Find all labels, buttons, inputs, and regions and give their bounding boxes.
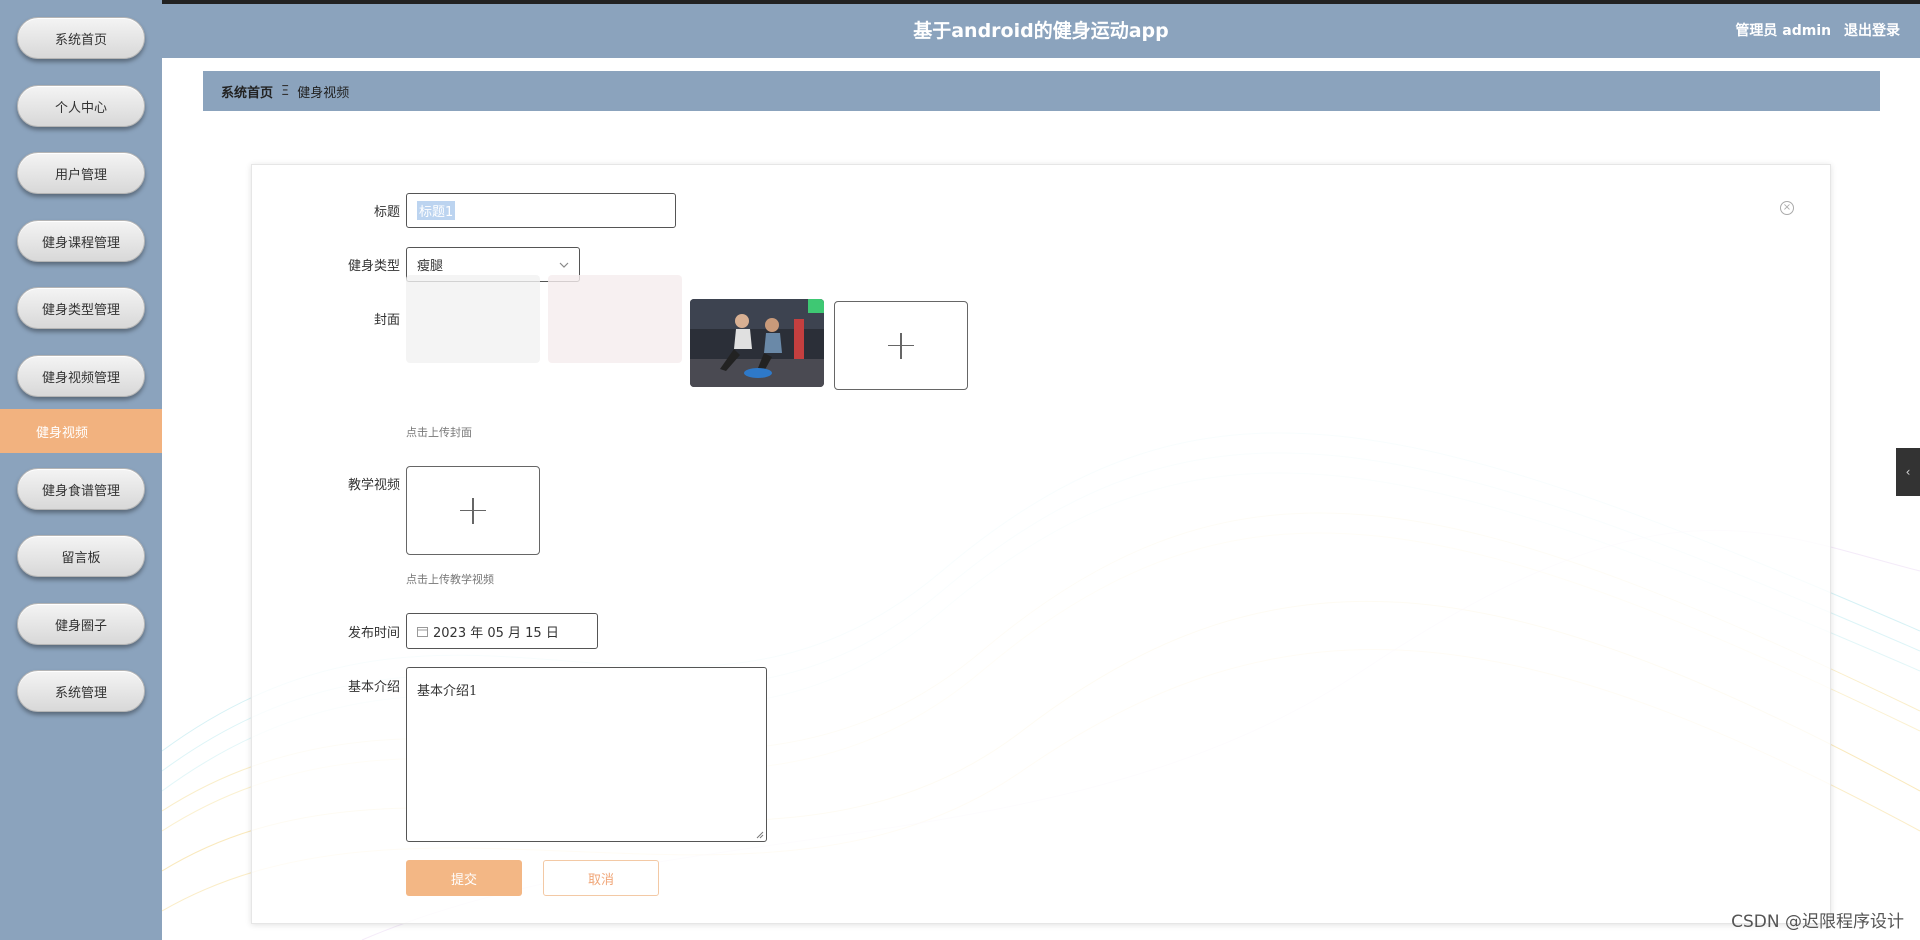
sidebar-item-label: 健身课程管理: [41, 235, 120, 251]
app-title: 基于android的健身运动app: [913, 20, 1169, 42]
form-card: × 标题 标题1 健身类型 瘦腿 封面 点击上传封面 教学视频 点击上传教学视频…: [251, 164, 1831, 924]
breadcrumb: 系统首页 Ξ 健身视频: [203, 71, 1880, 111]
sidebar-item-recipe-management[interactable]: 健身食谱管理: [17, 468, 145, 510]
cancel-button[interactable]: 取消: [543, 860, 659, 896]
intro-textarea[interactable]: 基本介绍1: [406, 667, 767, 842]
cover-upload-button[interactable]: [834, 301, 968, 390]
breadcrumb-separator: Ξ: [281, 83, 290, 99]
collapse-panel-toggle[interactable]: ‹: [1896, 448, 1920, 496]
date-label: 发布时间: [347, 626, 400, 641]
sidebar-item-label: 健身视频: [36, 425, 89, 441]
fitness-photo-icon: [690, 299, 824, 387]
chevron-down-icon: [559, 262, 569, 268]
header: 基于android的健身运动app 管理员 admin 退出登录: [162, 4, 1920, 58]
intro-value: 基本介绍1: [417, 684, 478, 699]
cover-thumbnail[interactable]: [548, 275, 682, 363]
sidebar-item-label: 健身类型管理: [41, 302, 120, 318]
close-icon[interactable]: ×: [1780, 201, 1794, 215]
title-input[interactable]: 标题1: [406, 193, 676, 228]
video-hint: 点击上传教学视频: [406, 573, 494, 586]
sidebar-item-label: 健身食谱管理: [41, 483, 120, 499]
sidebar: 系统首页 个人中心 用户管理 健身课程管理 健身类型管理 健身视频管理 健身视频…: [0, 0, 162, 940]
video-label: 教学视频: [347, 478, 400, 493]
sidebar-item-message-board[interactable]: 留言板: [17, 535, 145, 577]
sidebar-item-video-management[interactable]: 健身视频管理: [17, 355, 145, 397]
video-upload-button[interactable]: [406, 466, 540, 555]
sidebar-item-label: 健身视频管理: [41, 370, 120, 386]
sidebar-item-system-management[interactable]: 系统管理: [17, 670, 145, 712]
cover-image[interactable]: [690, 299, 824, 387]
sidebar-item-user-management[interactable]: 用户管理: [17, 152, 145, 194]
type-label: 健身类型: [347, 259, 400, 274]
header-user-area: 管理员 admin 退出登录: [1727, 4, 1900, 58]
cover-thumbnail[interactable]: [406, 275, 540, 363]
cover-hint: 点击上传封面: [406, 426, 472, 439]
watermark: CSDN @迟限程序设计: [1731, 912, 1904, 932]
sidebar-item-label: 健身圈子: [54, 618, 107, 634]
user-label: 管理员 admin: [1735, 23, 1832, 39]
type-value: 瘦腿: [417, 259, 444, 274]
date-picker[interactable]: 2023 年 05 月 15 日: [406, 613, 598, 649]
sidebar-item-label: 系统首页: [54, 32, 107, 48]
sidebar-item-label: 留言板: [61, 550, 101, 566]
resize-handle-icon[interactable]: [756, 831, 764, 839]
title-label: 标题: [373, 205, 400, 220]
logout-link[interactable]: 退出登录: [1844, 23, 1900, 39]
calendar-icon: [417, 626, 428, 637]
sidebar-item-label: 系统管理: [54, 685, 107, 701]
sidebar-item-label: 用户管理: [54, 167, 107, 183]
sidebar-item-type-management[interactable]: 健身类型管理: [17, 287, 145, 329]
sidebar-item-course-management[interactable]: 健身课程管理: [17, 220, 145, 262]
submit-button[interactable]: 提交: [406, 860, 522, 896]
breadcrumb-current: 健身视频: [297, 85, 350, 101]
title-value: 标题1: [417, 201, 456, 220]
sidebar-subitem-fitness-video[interactable]: 健身视频: [0, 409, 162, 453]
date-value: 2023 年 05 月 15 日: [433, 625, 559, 641]
sidebar-item-label: 个人中心: [54, 100, 107, 116]
chevron-left-icon: ‹: [1905, 465, 1911, 479]
sidebar-item-fitness-circle[interactable]: 健身圈子: [17, 603, 145, 645]
plus-icon: [460, 497, 486, 524]
cover-label: 封面: [373, 313, 400, 328]
sidebar-item-home[interactable]: 系统首页: [17, 17, 145, 59]
breadcrumb-home[interactable]: 系统首页: [221, 82, 273, 101]
plus-icon: [888, 332, 914, 359]
sidebar-item-personal-center[interactable]: 个人中心: [17, 85, 145, 127]
intro-label: 基本介绍: [347, 680, 400, 695]
